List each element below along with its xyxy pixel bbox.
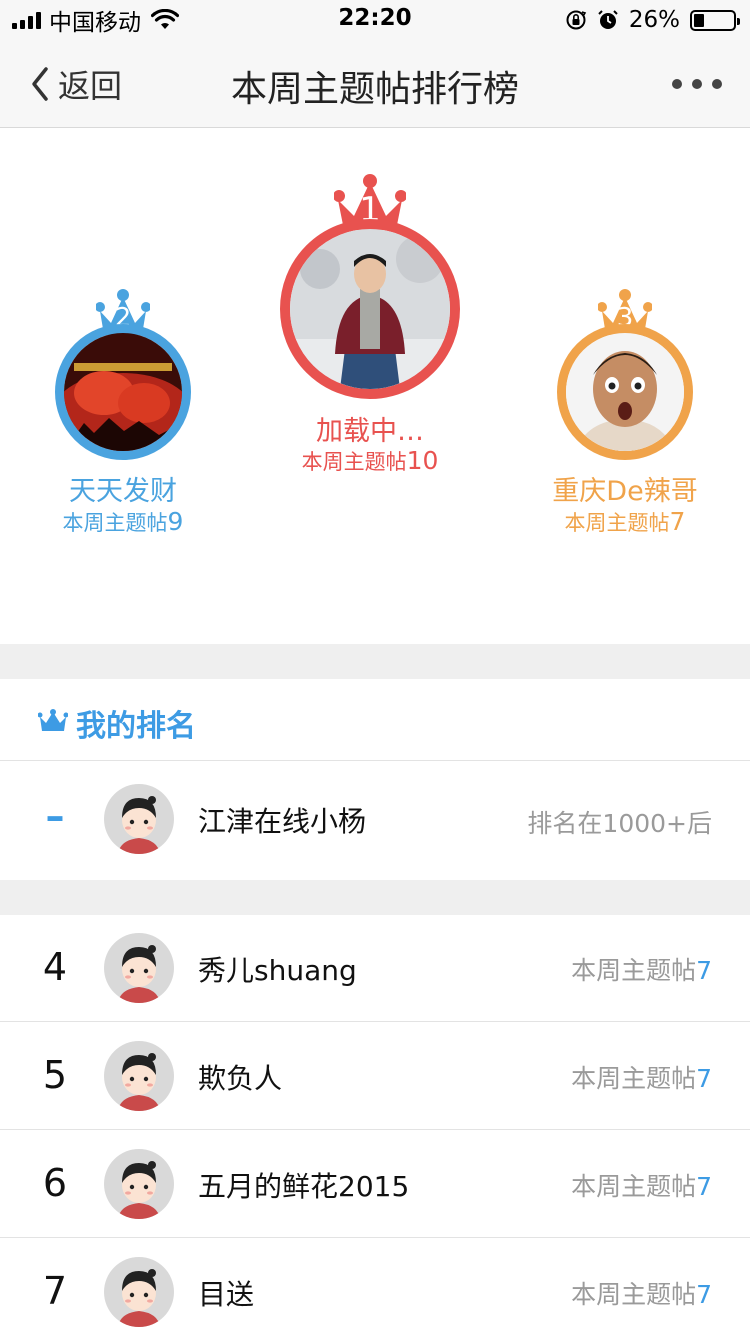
post-count: 本周主题帖7 [571, 1275, 712, 1311]
post-count: 本周主题帖7 [571, 1167, 712, 1203]
podium-name: 加载中… [316, 416, 424, 447]
avatar[interactable] [280, 219, 460, 399]
count-value: 7 [696, 1172, 712, 1201]
default-avatar-image [104, 784, 174, 854]
avatar-image [64, 333, 182, 451]
avatar[interactable] [104, 1257, 174, 1327]
podium-count: 本周主题帖9 [40, 507, 206, 537]
rank-number: 5 [42, 1053, 68, 1097]
crown-icon [38, 709, 68, 731]
count-label: 本周主题帖 [571, 1172, 697, 1201]
user-name: 欺负人 [198, 1062, 283, 1095]
podium-name: 天天发财 [69, 476, 177, 507]
count-value: 7 [696, 1280, 712, 1309]
status-bar: 中国移动 22:20 26% [0, 0, 750, 40]
count-value: 7 [696, 956, 712, 985]
count-label: 本周主题帖 [571, 1064, 697, 1093]
count-value: 7 [669, 507, 686, 536]
avatar[interactable] [104, 1149, 174, 1219]
list-item[interactable]: 5 欺负人 本周主题帖7 [0, 1023, 750, 1130]
podium-name: 重庆De辣哥 [552, 476, 698, 507]
my-rank-header: 我的排名 [0, 679, 750, 761]
post-count: 本周主题帖7 [571, 1059, 712, 1095]
rank-number: 7 [42, 1269, 68, 1313]
avatar[interactable] [104, 933, 174, 1003]
rank-number: 4 [42, 945, 68, 989]
avatar[interactable] [104, 784, 174, 854]
count-label: 本周主题帖 [301, 450, 407, 474]
section-divider [0, 880, 750, 915]
avatar[interactable] [55, 324, 191, 460]
battery-fill [694, 13, 704, 27]
orientation-lock-icon [566, 10, 587, 30]
my-rank-row[interactable]: – 江津在线小杨 排名在1000+后 [0, 762, 750, 880]
list-item[interactable]: 7 目送 本周主题帖7 [0, 1239, 750, 1334]
user-name: 五月的鲜花2015 [198, 1170, 410, 1203]
my-rank-title: 我的排名 [76, 709, 196, 744]
podium-count: 本周主题帖7 [530, 507, 720, 537]
list-item[interactable]: 4 秀儿shuang 本周主题帖7 [0, 915, 750, 1022]
avatar-image [566, 333, 684, 451]
rank-number: 6 [42, 1161, 68, 1205]
count-label: 本周主题帖 [564, 511, 670, 535]
user-name: 秀儿shuang [198, 954, 357, 987]
count-label: 本周主题帖 [62, 511, 168, 535]
post-count: 本周主题帖7 [571, 951, 712, 987]
count-value: 10 [406, 446, 439, 475]
avatar[interactable] [557, 324, 693, 460]
user-name: 目送 [198, 1278, 255, 1311]
count-label: 本周主题帖 [571, 1280, 697, 1309]
count-value: 7 [696, 1064, 712, 1093]
podium-second[interactable]: 2 天天发财 本周主题帖9 [40, 289, 206, 539]
count-label: 本周主题帖 [571, 956, 697, 985]
default-avatar-image [104, 1149, 174, 1219]
default-avatar-image [104, 1041, 174, 1111]
count-value: 9 [167, 507, 184, 536]
podium-count: 本周主题帖10 [270, 446, 470, 476]
podium-third[interactable]: 3 重庆De辣哥 本周主题帖7 [530, 289, 720, 539]
podium-first[interactable]: 1 加载中… 本周主题帖10 [270, 174, 470, 484]
page-title: 本周主题帖排行榜 [230, 69, 519, 110]
more-icon[interactable] [672, 70, 722, 98]
alarm-icon [598, 10, 618, 29]
battery-icon [690, 9, 740, 31]
user-name: 江津在线小杨 [198, 805, 367, 838]
battery-percent: 26% [628, 7, 680, 33]
rank-status: 排名在1000+后 [527, 809, 712, 838]
status-right: 26% [565, 6, 740, 34]
default-avatar-image [104, 1257, 174, 1327]
nav-bar: 返回 本周主题帖排行榜 [0, 40, 750, 128]
avatar-image [290, 229, 450, 389]
default-avatar-image [104, 933, 174, 1003]
avatar[interactable] [104, 1041, 174, 1111]
podium: 2 天天发财 本周主题帖9 1 加载中… 本周主题帖10 3 重庆De辣哥 本周… [0, 129, 750, 644]
rank-number: – [45, 794, 65, 838]
list-item[interactable]: 6 五月的鲜花2015 本周主题帖7 [0, 1131, 750, 1238]
section-divider [0, 644, 750, 679]
